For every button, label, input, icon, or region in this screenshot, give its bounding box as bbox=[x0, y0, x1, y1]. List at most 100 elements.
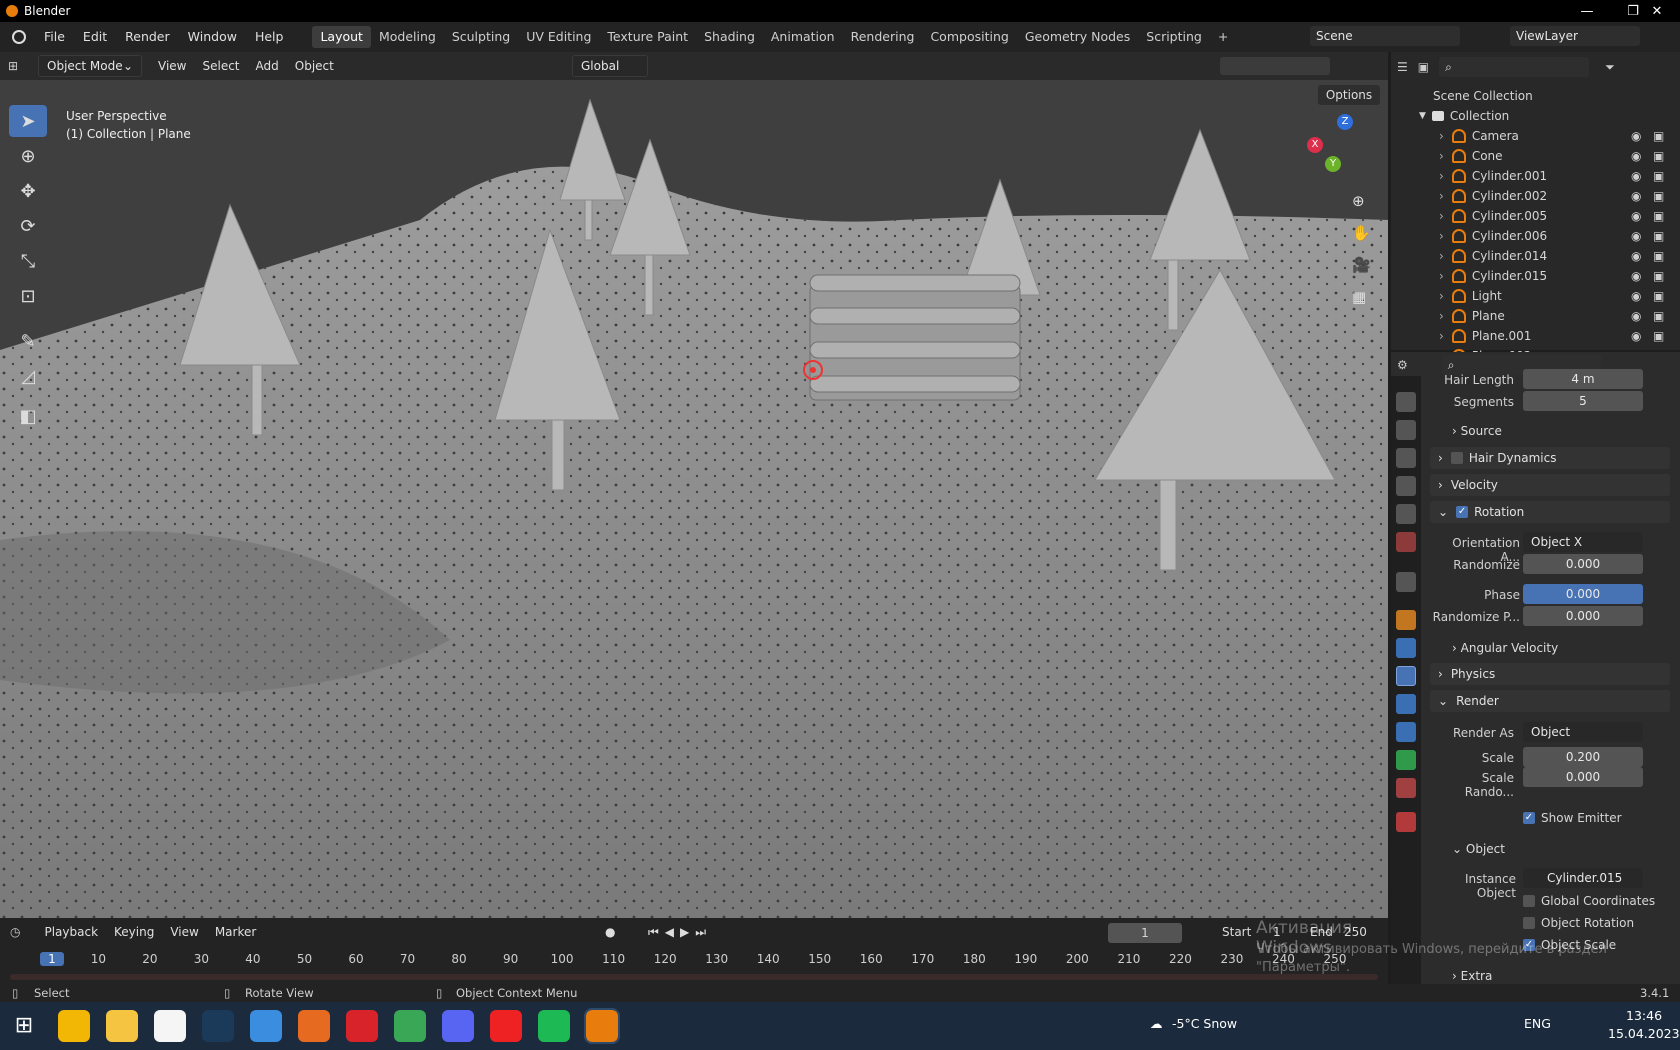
axis-x-icon[interactable]: X bbox=[1307, 137, 1323, 153]
randomize-field[interactable]: 0.000 bbox=[1523, 554, 1643, 574]
menu-object[interactable]: Object bbox=[287, 55, 342, 77]
eye-icon[interactable]: ◉ bbox=[1631, 329, 1641, 343]
chevron-right-icon[interactable]: › bbox=[1439, 249, 1444, 263]
menu-marker[interactable]: Marker bbox=[207, 921, 264, 943]
show-emitter-toggle[interactable]: ✓ Show Emitter bbox=[1523, 811, 1622, 825]
menu-view[interactable]: View bbox=[150, 55, 194, 77]
chevron-right-icon[interactable]: › bbox=[1439, 329, 1444, 343]
outliner-item[interactable]: › Cylinder.005 ◉ ▣ bbox=[1391, 206, 1680, 226]
outliner-search-input[interactable]: ⌕ bbox=[1439, 57, 1590, 77]
particles-tab-icon[interactable] bbox=[1396, 666, 1416, 686]
outliner-item[interactable]: › Camera ◉ ▣ bbox=[1391, 126, 1680, 146]
chrome-icon[interactable] bbox=[394, 1010, 426, 1042]
tab-modeling[interactable]: Modeling bbox=[371, 26, 444, 48]
chevron-right-icon[interactable]: › bbox=[1439, 289, 1444, 303]
global-coordinates-toggle[interactable]: Global Coordinates bbox=[1523, 894, 1655, 908]
show-emitter-checkbox[interactable]: ✓ bbox=[1523, 812, 1535, 824]
camera-icon[interactable]: ▣ bbox=[1653, 149, 1664, 163]
clock-time[interactable]: 13:46 bbox=[1626, 1008, 1662, 1023]
outliner-item[interactable]: › Cylinder.014 ◉ ▣ bbox=[1391, 246, 1680, 266]
windows-start-icon[interactable]: ⊞ bbox=[8, 1010, 40, 1042]
select-box-tool[interactable]: ➤ bbox=[9, 105, 47, 137]
rotate-tool[interactable]: ⟳ bbox=[9, 210, 47, 242]
steam-icon[interactable] bbox=[202, 1010, 234, 1042]
zoom-icon[interactable]: ⊕ bbox=[1352, 192, 1365, 210]
physics-panel[interactable]: › Physics bbox=[1430, 663, 1670, 685]
menu-playback[interactable]: Playback bbox=[36, 921, 106, 943]
outliner-item[interactable]: › Cylinder.006 ◉ ▣ bbox=[1391, 226, 1680, 246]
timeline-scrollbar[interactable] bbox=[10, 974, 1378, 980]
pan-hand-icon[interactable]: ✋ bbox=[1352, 224, 1371, 242]
chevron-right-icon[interactable]: › bbox=[1439, 169, 1444, 183]
object-rotation-toggle[interactable]: Object Rotation bbox=[1523, 916, 1634, 930]
hair-dynamics-checkbox[interactable] bbox=[1450, 452, 1463, 464]
discord-icon[interactable] bbox=[442, 1010, 474, 1042]
camera-icon[interactable]: ▣ bbox=[1653, 169, 1664, 183]
properties-editor-icon[interactable]: ⚙ bbox=[1397, 358, 1408, 372]
menu-file[interactable]: File bbox=[35, 26, 74, 48]
segments-field[interactable]: 5 bbox=[1523, 391, 1643, 411]
chevron-right-icon[interactable]: › bbox=[1439, 309, 1444, 323]
outliner-item[interactable]: › Plane.001 ◉ ▣ bbox=[1391, 326, 1680, 346]
axis-y-icon[interactable]: Y bbox=[1325, 156, 1341, 172]
render-as-dropdown[interactable]: Object bbox=[1523, 722, 1643, 742]
chevron-right-icon[interactable]: › bbox=[1439, 149, 1444, 163]
texture-tab-icon[interactable] bbox=[1396, 812, 1416, 832]
chevron-right-icon[interactable]: › bbox=[1439, 209, 1444, 223]
modifiers-tab-icon[interactable] bbox=[1396, 638, 1416, 658]
material-tab-icon[interactable] bbox=[1396, 778, 1416, 798]
tab-sculpting[interactable]: Sculpting bbox=[444, 26, 518, 48]
orientation-dropdown[interactable]: Object X bbox=[1523, 532, 1643, 552]
menu-keying[interactable]: Keying bbox=[106, 921, 162, 943]
tab-layout[interactable]: Layout bbox=[312, 26, 371, 48]
scene-selector[interactable]: Scene bbox=[1310, 26, 1460, 46]
language-indicator[interactable]: ENG bbox=[1524, 1016, 1551, 1031]
blender-menu-icon[interactable] bbox=[12, 30, 26, 44]
velocity-panel[interactable]: › Velocity bbox=[1430, 474, 1670, 496]
eye-icon[interactable]: ◉ bbox=[1631, 269, 1641, 283]
annotate-tool[interactable]: ✎ bbox=[9, 325, 47, 357]
eye-icon[interactable]: ◉ bbox=[1631, 149, 1641, 163]
scale-tool[interactable]: ⤡ bbox=[9, 245, 47, 277]
perspective-toggle-icon[interactable]: ▦ bbox=[1352, 288, 1366, 306]
camera-icon[interactable]: ▣ bbox=[1653, 209, 1664, 223]
cursor-tool[interactable]: ⊕ bbox=[9, 140, 47, 172]
outliner-collection[interactable]: ▼ Collection bbox=[1391, 106, 1680, 126]
chevron-right-icon[interactable]: › bbox=[1439, 269, 1444, 283]
blender-taskbar-icon[interactable] bbox=[584, 1008, 620, 1044]
spotify-icon[interactable] bbox=[538, 1010, 570, 1042]
data-tab-icon[interactable] bbox=[1396, 750, 1416, 770]
object-subpanel[interactable]: ⌄ Object bbox=[1452, 842, 1505, 856]
app-icon[interactable] bbox=[58, 1010, 90, 1042]
playback-controls[interactable]: ⏮◀▶⏭ bbox=[648, 925, 712, 940]
eye-icon[interactable]: ◉ bbox=[1631, 249, 1641, 263]
eye-icon[interactable]: ◉ bbox=[1631, 209, 1641, 223]
app-icon[interactable] bbox=[250, 1010, 282, 1042]
chevron-right-icon[interactable]: › bbox=[1439, 229, 1444, 243]
current-frame-field[interactable]: 1 bbox=[1108, 923, 1182, 943]
app-icon[interactable] bbox=[154, 1010, 186, 1042]
object-rotation-checkbox[interactable] bbox=[1523, 917, 1535, 929]
3d-viewport[interactable]: ➤ ⊕ ✥ ⟳ ⤡ ⊡ ✎ ◿ ◧ User Perspective (1) C… bbox=[0, 80, 1388, 918]
outliner-item[interactable]: › Light ◉ ▣ bbox=[1391, 286, 1680, 306]
menu-edit[interactable]: Edit bbox=[74, 26, 116, 48]
close-button[interactable]: ✕ bbox=[1634, 0, 1680, 22]
constraints-tab-icon[interactable] bbox=[1396, 722, 1416, 742]
transform-tool[interactable]: ⊡ bbox=[9, 280, 47, 312]
tab-animation[interactable]: Animation bbox=[763, 26, 843, 48]
transform-orientation-dropdown[interactable]: Global bbox=[572, 55, 648, 77]
chevron-right-icon[interactable]: › bbox=[1439, 189, 1444, 203]
camera-icon[interactable]: ▣ bbox=[1653, 269, 1664, 283]
add-workspace-button[interactable]: + bbox=[1210, 26, 1236, 48]
tab-rendering[interactable]: Rendering bbox=[843, 26, 923, 48]
display-mode-icon[interactable]: ▣ bbox=[1418, 60, 1429, 74]
tab-shading[interactable]: Shading bbox=[696, 26, 763, 48]
tab-compositing[interactable]: Compositing bbox=[922, 26, 1016, 48]
camera-icon[interactable]: ▣ bbox=[1653, 189, 1664, 203]
axis-z-icon[interactable]: Z bbox=[1337, 114, 1353, 130]
world-tab-icon[interactable] bbox=[1396, 532, 1416, 552]
rotation-checkbox[interactable]: ✓ bbox=[1456, 506, 1469, 518]
tab-geometry-nodes[interactable]: Geometry Nodes bbox=[1017, 26, 1138, 48]
yandex-icon[interactable] bbox=[490, 1010, 522, 1042]
outliner-item[interactable]: › Cylinder.001 ◉ ▣ bbox=[1391, 166, 1680, 186]
